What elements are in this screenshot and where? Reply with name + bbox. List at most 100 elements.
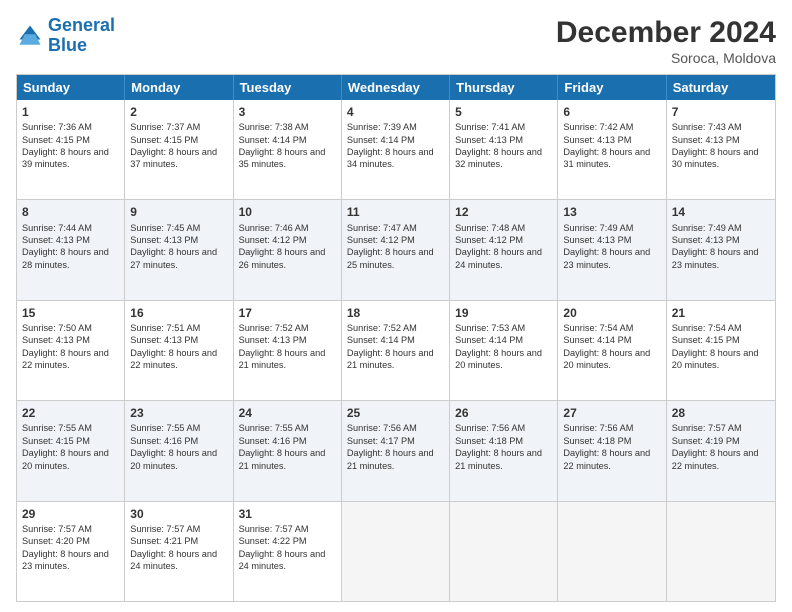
daylight-text: Daylight: 8 hours and 20 minutes. [455, 348, 542, 370]
day-cell-14: 14Sunrise: 7:49 AMSunset: 4:13 PMDayligh… [667, 200, 775, 299]
sunset-text: Sunset: 4:14 PM [239, 135, 307, 145]
sunset-text: Sunset: 4:12 PM [455, 235, 523, 245]
day-cell-13: 13Sunrise: 7:49 AMSunset: 4:13 PMDayligh… [558, 200, 666, 299]
daylight-text: Daylight: 8 hours and 23 minutes. [22, 549, 109, 571]
day-number: 12 [455, 204, 552, 220]
sunset-text: Sunset: 4:12 PM [239, 235, 307, 245]
logo: General Blue [16, 16, 115, 56]
sunset-text: Sunset: 4:15 PM [672, 335, 740, 345]
day-number: 8 [22, 204, 119, 220]
sunset-text: Sunset: 4:20 PM [22, 536, 90, 546]
calendar-header: SundayMondayTuesdayWednesdayThursdayFrid… [17, 75, 775, 100]
day-number: 1 [22, 104, 119, 120]
day-number: 3 [239, 104, 336, 120]
day-cell-19: 19Sunrise: 7:53 AMSunset: 4:14 PMDayligh… [450, 301, 558, 400]
sunrise-text: Sunrise: 7:55 AM [239, 423, 309, 433]
daylight-text: Daylight: 8 hours and 21 minutes. [347, 448, 434, 470]
day-cell-23: 23Sunrise: 7:55 AMSunset: 4:16 PMDayligh… [125, 401, 233, 500]
day-number: 21 [672, 305, 770, 321]
sunset-text: Sunset: 4:15 PM [130, 135, 198, 145]
day-cell-9: 9Sunrise: 7:45 AMSunset: 4:13 PMDaylight… [125, 200, 233, 299]
day-cell-7: 7Sunrise: 7:43 AMSunset: 4:13 PMDaylight… [667, 100, 775, 199]
sunrise-text: Sunrise: 7:45 AM [130, 223, 200, 233]
title-block: December 2024 Soroca, Moldova [556, 16, 776, 66]
header-cell-sunday: Sunday [17, 75, 125, 100]
sunrise-text: Sunrise: 7:46 AM [239, 223, 309, 233]
daylight-text: Daylight: 8 hours and 35 minutes. [239, 147, 326, 169]
sunset-text: Sunset: 4:12 PM [347, 235, 415, 245]
day-number: 20 [563, 305, 660, 321]
calendar-row-1: 8Sunrise: 7:44 AMSunset: 4:13 PMDaylight… [17, 199, 775, 299]
sunrise-text: Sunrise: 7:42 AM [563, 122, 633, 132]
day-cell-4: 4Sunrise: 7:39 AMSunset: 4:14 PMDaylight… [342, 100, 450, 199]
day-cell-8: 8Sunrise: 7:44 AMSunset: 4:13 PMDaylight… [17, 200, 125, 299]
sunset-text: Sunset: 4:14 PM [455, 335, 523, 345]
day-cell-15: 15Sunrise: 7:50 AMSunset: 4:13 PMDayligh… [17, 301, 125, 400]
daylight-text: Daylight: 8 hours and 21 minutes. [239, 348, 326, 370]
day-cell-31: 31Sunrise: 7:57 AMSunset: 4:22 PMDayligh… [234, 502, 342, 601]
sunset-text: Sunset: 4:13 PM [563, 135, 631, 145]
day-number: 15 [22, 305, 119, 321]
day-number: 23 [130, 405, 227, 421]
daylight-text: Daylight: 8 hours and 24 minutes. [455, 247, 542, 269]
sunrise-text: Sunrise: 7:48 AM [455, 223, 525, 233]
calendar: SundayMondayTuesdayWednesdayThursdayFrid… [16, 74, 776, 602]
header-cell-friday: Friday [558, 75, 666, 100]
daylight-text: Daylight: 8 hours and 21 minutes. [455, 448, 542, 470]
day-cell-16: 16Sunrise: 7:51 AMSunset: 4:13 PMDayligh… [125, 301, 233, 400]
daylight-text: Daylight: 8 hours and 21 minutes. [347, 348, 434, 370]
logo-icon [16, 22, 44, 50]
day-cell-20: 20Sunrise: 7:54 AMSunset: 4:14 PMDayligh… [558, 301, 666, 400]
day-number: 16 [130, 305, 227, 321]
day-number: 24 [239, 405, 336, 421]
sunrise-text: Sunrise: 7:50 AM [22, 323, 92, 333]
logo-line1: General [48, 15, 115, 35]
day-number: 6 [563, 104, 660, 120]
day-cell-18: 18Sunrise: 7:52 AMSunset: 4:14 PMDayligh… [342, 301, 450, 400]
sunrise-text: Sunrise: 7:57 AM [130, 524, 200, 534]
sunset-text: Sunset: 4:13 PM [22, 235, 90, 245]
day-cell-25: 25Sunrise: 7:56 AMSunset: 4:17 PMDayligh… [342, 401, 450, 500]
day-number: 5 [455, 104, 552, 120]
sunset-text: Sunset: 4:14 PM [347, 335, 415, 345]
sunrise-text: Sunrise: 7:37 AM [130, 122, 200, 132]
daylight-text: Daylight: 8 hours and 31 minutes. [563, 147, 650, 169]
empty-cell-4-5 [558, 502, 666, 601]
day-cell-26: 26Sunrise: 7:56 AMSunset: 4:18 PMDayligh… [450, 401, 558, 500]
logo-text: General Blue [48, 16, 115, 56]
sunrise-text: Sunrise: 7:57 AM [672, 423, 742, 433]
day-number: 2 [130, 104, 227, 120]
day-cell-1: 1Sunrise: 7:36 AMSunset: 4:15 PMDaylight… [17, 100, 125, 199]
sunset-text: Sunset: 4:18 PM [455, 436, 523, 446]
sunrise-text: Sunrise: 7:54 AM [563, 323, 633, 333]
day-cell-10: 10Sunrise: 7:46 AMSunset: 4:12 PMDayligh… [234, 200, 342, 299]
daylight-text: Daylight: 8 hours and 37 minutes. [130, 147, 217, 169]
day-number: 19 [455, 305, 552, 321]
day-number: 10 [239, 204, 336, 220]
sunrise-text: Sunrise: 7:51 AM [130, 323, 200, 333]
day-cell-28: 28Sunrise: 7:57 AMSunset: 4:19 PMDayligh… [667, 401, 775, 500]
day-cell-3: 3Sunrise: 7:38 AMSunset: 4:14 PMDaylight… [234, 100, 342, 199]
calendar-row-0: 1 Sunrise: 7:36 AM Sunset: 4:15 PM Daylight… [17, 100, 775, 199]
sunrise-text: Sunrise: 7:57 AM [22, 524, 92, 534]
sunrise-text: Sunrise: 7:47 AM [347, 223, 417, 233]
sunset-text: Sunset: 4:15 PM [22, 436, 90, 446]
sunset-text: Sunset: 4:19 PM [672, 436, 740, 446]
day-number: 27 [563, 405, 660, 421]
sunrise-text: Sunrise: 7:43 AM [672, 122, 742, 132]
header: General Blue December 2024 Soroca, Moldo… [16, 16, 776, 66]
daylight-text: Daylight: 8 hours and 39 minutes. [22, 147, 109, 169]
daylight-text: Daylight: 8 hours and 34 minutes. [347, 147, 434, 169]
sunset-text: Sunset: 4:13 PM [22, 335, 90, 345]
sunset-text: Sunset: 4:13 PM [455, 135, 523, 145]
day-number: 29 [22, 506, 119, 522]
sunrise-text: Sunrise: 7:36 AM [22, 122, 92, 132]
day-number: 18 [347, 305, 444, 321]
day-cell-27: 27Sunrise: 7:56 AMSunset: 4:18 PMDayligh… [558, 401, 666, 500]
logo-line2: Blue [48, 35, 87, 55]
page: General Blue December 2024 Soroca, Moldo… [0, 0, 792, 612]
calendar-row-4: 29 Sunrise: 7:57 AM Sunset: 4:20 PM Dayligh… [17, 501, 775, 601]
sunrise-text: Sunrise: 7:54 AM [672, 323, 742, 333]
day-cell-29: 29 Sunrise: 7:57 AM Sunset: 4:20 PM Dayligh… [17, 502, 125, 601]
empty-cell-4-3 [342, 502, 450, 601]
